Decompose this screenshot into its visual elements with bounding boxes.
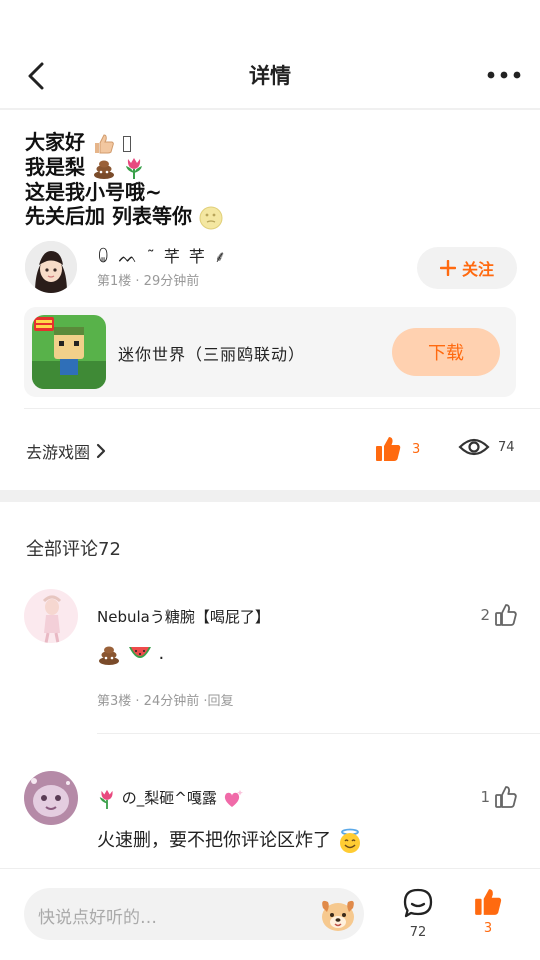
comment-divider xyxy=(97,733,540,734)
commenter-avatar[interactable] xyxy=(24,771,78,825)
section-divider xyxy=(0,490,540,502)
comment-body: 火速删，要不把你评论区炸了 xyxy=(97,826,363,854)
comment-like-count: 1 xyxy=(480,788,490,806)
sparkling-heart-emoji-icon xyxy=(224,789,243,807)
goto-game-circle-label: 去游戏圈 xyxy=(26,443,91,462)
post-line: 大家好 xyxy=(25,130,223,155)
post-view-count: 74 xyxy=(498,439,515,455)
post-line-text: 先关后加 列表等你 xyxy=(25,204,192,228)
bottom-bar: 快说点好听的… 72 3 xyxy=(0,869,540,960)
watermelon-emoji-icon xyxy=(128,647,151,658)
comment-input[interactable]: 快说点好听的… xyxy=(24,888,364,940)
chevron-right-icon xyxy=(96,443,106,459)
comment-item: の_梨砸^嘎露 1 火速删，要不把你评论区炸了 xyxy=(0,771,540,861)
author-avatar-image xyxy=(25,241,77,293)
poop-emoji-icon xyxy=(99,646,119,665)
tulip-emoji-icon xyxy=(99,789,113,809)
author-avatar[interactable] xyxy=(25,241,77,293)
commenter-name-text: の_梨砸^嘎露 xyxy=(121,789,217,807)
goto-game-circle-link[interactable]: 去游戏圈 xyxy=(26,439,106,463)
bottom-comment-button[interactable]: 72 xyxy=(398,887,438,940)
commenter-avatar[interactable] xyxy=(24,589,78,643)
bottom-like-count: 3 xyxy=(483,921,493,936)
follow-button[interactable]: 关注 xyxy=(417,247,517,289)
game-icon xyxy=(32,315,106,389)
comment-text: . xyxy=(158,643,165,664)
page-title: 详情 xyxy=(249,64,291,88)
comment-body: . xyxy=(97,643,164,665)
bottom-like-button[interactable]: 3 xyxy=(468,887,508,936)
halo-smile-emoji-icon xyxy=(339,828,360,853)
thumbs-up-outline-icon xyxy=(495,786,517,808)
comment-like-button[interactable]: 1 xyxy=(480,785,518,809)
post-line: 我是梨 xyxy=(25,155,223,181)
bottom-comment-count: 72 xyxy=(409,925,427,940)
comment-bubble-icon xyxy=(403,888,433,918)
game-card[interactable]: 迷你世界（三丽鸥联动） 下载 xyxy=(24,307,516,397)
card-divider xyxy=(24,408,540,409)
thumbs-up-emoji-icon xyxy=(94,133,114,153)
post-line-text: 我是梨 xyxy=(25,154,85,179)
thumbs-up-filled-icon xyxy=(475,889,502,915)
post-author-row: ꐑ ᨓ ˜ 芊 芊 ⸙ 第1楼 · 29分钟前 关注 xyxy=(25,241,517,295)
post-line: 这是我小号哦~ xyxy=(25,180,223,204)
author-meta: 第1楼 · 29分钟前 xyxy=(97,274,200,289)
plus-icon xyxy=(439,260,456,276)
commenter-name[interactable]: の_梨砸^嘎露 xyxy=(97,787,244,810)
thumbs-up-outline-icon xyxy=(495,604,517,626)
more-button[interactable] xyxy=(486,60,522,90)
comment-item: Nebulaう糖腕【喝屁了】 2 . 第3楼 · 24分钟前 ·回复 xyxy=(0,589,540,734)
more-dots-icon xyxy=(487,71,521,79)
post-views: 74 xyxy=(458,435,515,459)
post-line: 先关后加 列表等你 xyxy=(25,204,223,230)
post-line-text: 大家好 xyxy=(25,130,85,154)
comment-meta: 第3楼 · 24分钟前 ·回复 xyxy=(97,694,234,709)
download-button[interactable]: 下载 xyxy=(392,328,500,376)
post-action-row: 去游戏圈 3 74 xyxy=(0,425,540,475)
commenter-avatar-image xyxy=(24,771,78,825)
post-like-count: 3 xyxy=(412,441,421,457)
dog-face-emoji-icon[interactable] xyxy=(318,896,358,934)
follow-label: 关注 xyxy=(461,260,494,279)
comment-input-placeholder: 快说点好听的… xyxy=(38,908,157,928)
comment-like-button[interactable]: 2 xyxy=(480,603,518,627)
comment-text: 火速删，要不把你评论区炸了 xyxy=(97,830,331,851)
game-name: 迷你世界（三丽鸥联动） xyxy=(118,345,306,364)
game-logo-image xyxy=(32,315,106,389)
moon-face-emoji-icon xyxy=(199,206,223,229)
post-line-text: 这是我小号哦~ xyxy=(25,180,162,204)
post-like-button[interactable]: 3 xyxy=(374,435,420,463)
tulip-emoji-icon xyxy=(125,158,142,179)
post-content: 大家好 我是梨 这是我小号哦~ 先关后加 列表等你 xyxy=(25,130,223,230)
commenter-name[interactable]: Nebulaう糖腕【喝屁了】 xyxy=(97,606,270,627)
comments-heading: 全部评论72 xyxy=(26,539,121,560)
author-name[interactable]: ꐑ ᨓ ˜ 芊 芊 ⸙ xyxy=(97,243,228,267)
header-divider xyxy=(0,108,540,110)
header: 详情 xyxy=(0,38,540,108)
thumbs-up-filled-icon xyxy=(376,437,401,461)
commenter-avatar-image xyxy=(24,589,78,643)
eye-icon xyxy=(458,438,490,456)
poop-emoji-icon xyxy=(93,160,114,179)
comment-like-count: 2 xyxy=(480,606,490,624)
